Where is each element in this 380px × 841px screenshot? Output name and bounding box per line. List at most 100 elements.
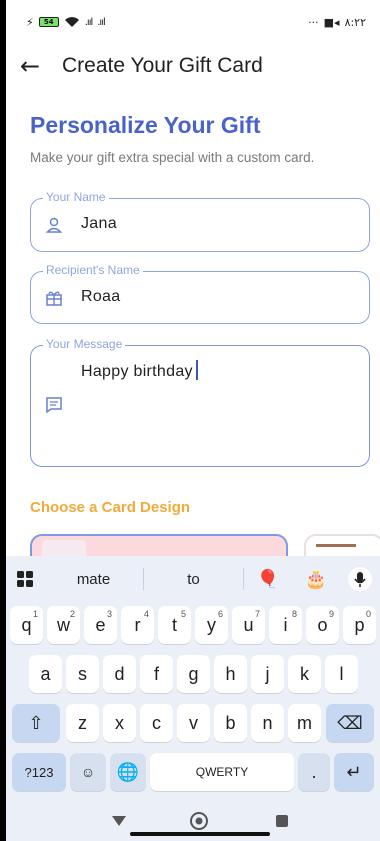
- card-design-heading: Choose a Card Design: [30, 499, 191, 516]
- nav-recents-icon: [276, 815, 288, 827]
- key-w[interactable]: w2: [47, 606, 80, 644]
- battery-icon: 54: [38, 17, 59, 27]
- key-e[interactable]: e3: [84, 606, 117, 644]
- message-label: Your Message: [43, 337, 126, 351]
- key-number-hint: 0: [365, 609, 371, 619]
- key-k[interactable]: k: [288, 655, 321, 693]
- signal-icon: .ııl: [84, 16, 93, 28]
- key-row-1: q1w2e3r4t5y6u7i8o9p0: [6, 606, 380, 644]
- message-field[interactable]: Your Message Happy birthday: [30, 337, 370, 467]
- key-label: p: [354, 614, 365, 635]
- balloon-emoji-suggestion[interactable]: 🎈: [244, 569, 292, 590]
- keyboard: mate to 🎈 🎂 q1w2e3r4t5y6u7i8o9p0 asdfghj…: [6, 556, 380, 841]
- key-o[interactable]: o9: [306, 606, 339, 644]
- your-name-label: Your Name: [43, 190, 109, 204]
- period-key[interactable]: .: [298, 753, 330, 791]
- wifi-icon: [64, 17, 79, 27]
- recipient-name-value: Roaa: [81, 288, 121, 305]
- key-h[interactable]: h: [214, 655, 247, 693]
- key-n[interactable]: n: [251, 704, 284, 742]
- key-label: w: [57, 614, 70, 635]
- key-a[interactable]: a: [29, 655, 62, 693]
- key-number-hint: 7: [254, 609, 260, 619]
- emoji-key[interactable]: ☺: [70, 753, 106, 791]
- status-time: ٨:٢٢: [344, 15, 366, 29]
- cake-emoji-suggestion[interactable]: 🎂: [292, 569, 340, 590]
- video-icon: ■◂: [323, 15, 340, 29]
- system-nav-bar: [6, 802, 380, 841]
- key-j[interactable]: j: [251, 655, 284, 693]
- key-l[interactable]: l: [325, 655, 358, 693]
- globe-icon[interactable]: 🌐: [110, 753, 146, 791]
- key-p[interactable]: p0: [343, 606, 376, 644]
- enter-key[interactable]: ↵: [334, 753, 374, 791]
- key-u[interactable]: u7: [232, 606, 265, 644]
- key-label: i: [283, 614, 288, 635]
- app-screen: ⚡ 54 .ııl .ııl ··· ■◂ ٨:٢٢ ← Create Your…: [6, 0, 380, 841]
- key-number-hint: 3: [106, 609, 112, 619]
- key-x[interactable]: x: [103, 704, 136, 742]
- suggestion-bar: mate to 🎈 🎂: [6, 556, 380, 602]
- message-text: Happy birthday: [81, 360, 198, 381]
- key-v[interactable]: v: [177, 704, 210, 742]
- gift-icon: [46, 291, 62, 306]
- key-y[interactable]: y6: [195, 606, 228, 644]
- microphone-icon[interactable]: [340, 566, 380, 592]
- key-number-hint: 6: [217, 609, 223, 619]
- key-t[interactable]: t5: [158, 606, 191, 644]
- key-number-hint: 5: [180, 609, 186, 619]
- key-number-hint: 4: [143, 609, 149, 619]
- key-label: y: [207, 614, 216, 635]
- key-label: t: [171, 614, 177, 635]
- back-arrow-icon[interactable]: ←: [6, 52, 54, 80]
- your-name-value: Jana: [81, 215, 117, 232]
- person-icon: [45, 217, 63, 233]
- overflow-dots: ···: [308, 15, 319, 29]
- key-z[interactable]: z: [66, 704, 99, 742]
- key-g[interactable]: g: [177, 655, 210, 693]
- key-q[interactable]: q1: [10, 606, 43, 644]
- charging-icon: ⚡: [26, 15, 34, 29]
- suggestion-2[interactable]: to: [144, 571, 243, 588]
- key-f[interactable]: f: [140, 655, 173, 693]
- backspace-key[interactable]: ⌫: [326, 704, 374, 742]
- key-number-hint: 8: [291, 609, 297, 619]
- your-name-field[interactable]: Your Name Jana: [30, 190, 370, 252]
- recipient-name-field[interactable]: Recipient's Name Roaa: [30, 263, 370, 324]
- key-number-hint: 2: [69, 609, 75, 619]
- recipient-name-label: Recipient's Name: [43, 263, 143, 277]
- home-indicator: [130, 832, 270, 836]
- shift-key[interactable]: ⇧: [12, 704, 60, 742]
- frame-image: [316, 544, 356, 547]
- signal-icon-2: .ııl: [97, 16, 105, 28]
- key-row-2: asdfghjkl: [6, 655, 380, 693]
- key-row-3: ⇧ ⌫ zxcvbnm: [6, 704, 380, 742]
- key-s[interactable]: s: [66, 655, 99, 693]
- section-subtitle: Make your gift extra special with a cust…: [30, 150, 315, 165]
- text-caret: [195, 360, 198, 380]
- key-row-4: ?123 ☺ 🌐 QWERTY . ↵: [6, 753, 380, 791]
- section-heading: Personalize Your Gift: [30, 112, 261, 138]
- key-number-hint: 9: [328, 609, 334, 619]
- space-key[interactable]: QWERTY: [150, 753, 294, 791]
- key-r[interactable]: r4: [121, 606, 154, 644]
- symbols-key[interactable]: ?123: [12, 753, 66, 791]
- key-label: u: [243, 614, 254, 635]
- app-bar: ← Create Your Gift Card: [6, 46, 380, 86]
- key-c[interactable]: c: [140, 704, 173, 742]
- key-d[interactable]: d: [103, 655, 136, 693]
- key-label: q: [21, 614, 32, 635]
- key-m[interactable]: m: [288, 704, 321, 742]
- key-number-hint: 1: [32, 609, 38, 619]
- key-i[interactable]: i8: [269, 606, 302, 644]
- message-icon: [46, 397, 62, 414]
- key-label: e: [95, 614, 106, 635]
- apps-grid-icon[interactable]: [6, 570, 44, 588]
- suggestion-1[interactable]: mate: [44, 571, 143, 588]
- key-label: r: [134, 614, 141, 635]
- status-bar: ⚡ 54 .ııl .ııl ··· ■◂ ٨:٢٢: [6, 0, 380, 44]
- page-title: Create Your Gift Card: [62, 54, 263, 77]
- message-value: Happy birthday: [81, 363, 193, 380]
- key-b[interactable]: b: [214, 704, 247, 742]
- nav-back-icon: [112, 816, 126, 826]
